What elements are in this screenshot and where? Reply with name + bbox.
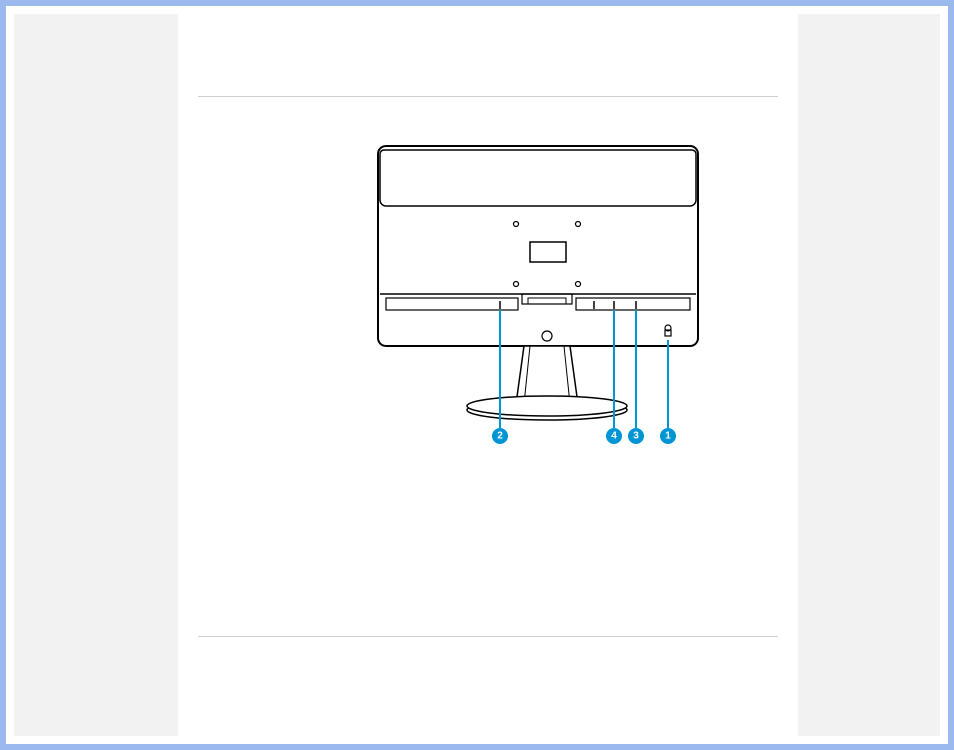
document-page: 2 4 3 1 <box>178 6 798 744</box>
monitor-rear-diagram: 2 4 3 1 <box>268 126 708 466</box>
monitor-body <box>378 146 698 346</box>
viewer-frame: 2 4 3 1 <box>0 0 954 750</box>
callout-badge-4: 4 <box>606 428 622 444</box>
callout-badge-2: 2 <box>492 428 508 444</box>
horizontal-rule-top <box>198 96 778 97</box>
page-content: 2 4 3 1 <box>178 6 798 744</box>
callout-label: 2 <box>497 431 503 442</box>
callout-label: 4 <box>611 431 617 442</box>
callout-badge-1: 1 <box>660 428 676 444</box>
callout-badge-3: 3 <box>628 428 644 444</box>
figure-monitor-rear: 2 4 3 1 <box>178 126 798 466</box>
horizontal-rule-bottom <box>198 636 778 637</box>
callout-label: 3 <box>633 431 639 442</box>
callout-label: 1 <box>665 431 671 442</box>
